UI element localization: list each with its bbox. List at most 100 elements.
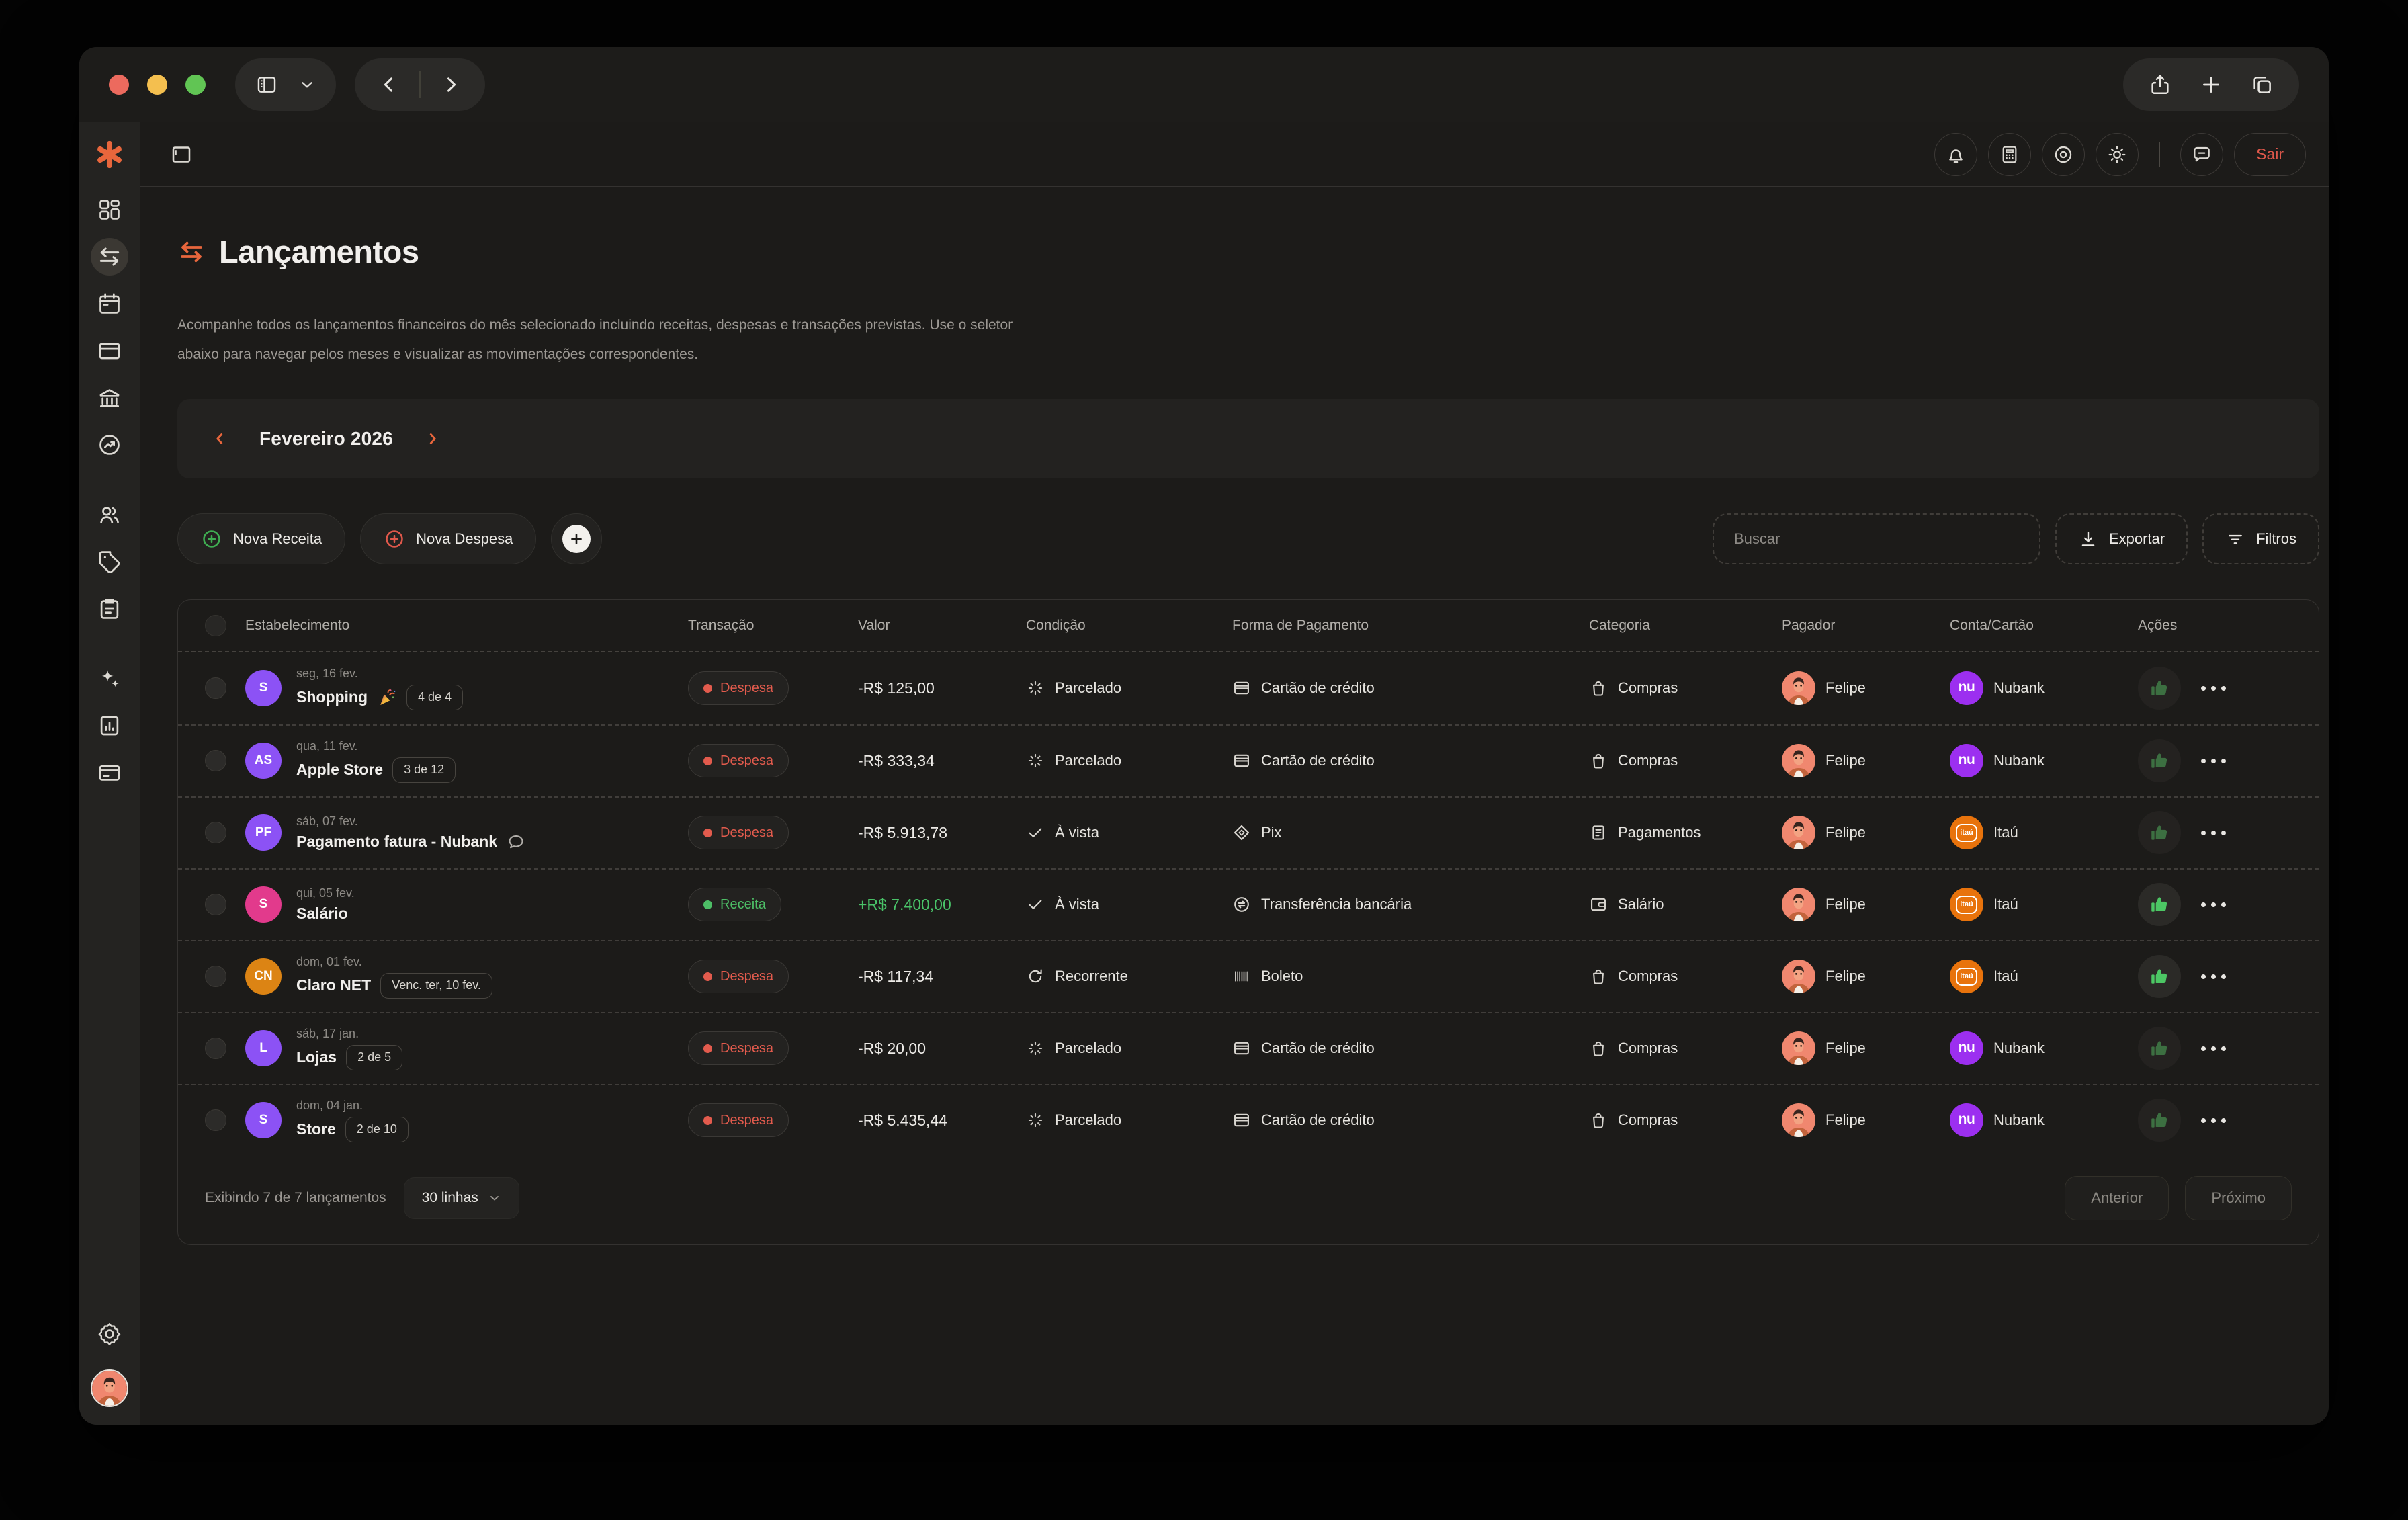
table-row[interactable]: AS qua, 11 fev. Apple Store 3 de 12 Desp… xyxy=(178,724,2319,796)
month-label: Fevereiro 2026 xyxy=(259,427,393,449)
approve-button[interactable] xyxy=(2138,811,2181,855)
category-icon xyxy=(1589,895,1608,914)
close-window-button[interactable] xyxy=(109,75,129,95)
browser-sidebar-toggle[interactable] xyxy=(235,58,336,111)
row-checkbox[interactable] xyxy=(205,1109,226,1132)
panel-toggle-icon[interactable] xyxy=(169,142,194,167)
row-checkbox[interactable] xyxy=(205,822,226,844)
payer-name: Felipe xyxy=(1825,896,1866,913)
table-row[interactable]: CN dom, 01 fev. Claro NET Venc. ter, 10 … xyxy=(178,939,2319,1012)
table-row[interactable]: S dom, 04 jan. Store 2 de 10 Despesa -R$… xyxy=(178,1083,2319,1156)
sidebar-item-accounts[interactable] xyxy=(91,754,128,792)
approve-button[interactable] xyxy=(2138,739,2181,783)
table-row[interactable]: L sáb, 17 jan. Lojas 2 de 5 Despesa -R$ … xyxy=(178,1011,2319,1084)
col-acoes: Ações xyxy=(2138,617,2178,633)
filters-button[interactable]: Filtros xyxy=(2202,513,2319,564)
row-menu-button[interactable] xyxy=(2201,830,2226,835)
sidebar-item-planning[interactable] xyxy=(91,590,128,628)
thumbs-up-icon xyxy=(2151,753,2167,769)
feedback-button[interactable] xyxy=(2180,132,2224,176)
category-label: Salário xyxy=(1618,896,1664,913)
table-row[interactable]: S seg, 16 fev. Shopping 4 de 4 Despesa -… xyxy=(178,652,2319,724)
approve-button[interactable] xyxy=(2138,955,2181,999)
previous-month-button[interactable] xyxy=(211,430,228,448)
row-checkbox[interactable] xyxy=(205,894,226,916)
approve-button[interactable] xyxy=(2138,883,2181,927)
zoom-window-button[interactable] xyxy=(185,75,206,95)
user-avatar[interactable] xyxy=(91,1369,128,1407)
new-tab-icon[interactable] xyxy=(2200,73,2223,96)
category-label: Compras xyxy=(1618,968,1678,985)
transactions-table: Estabelecimento Transação Valor Condição… xyxy=(177,599,2319,1245)
sidebar-item-calendar[interactable] xyxy=(91,285,128,323)
sidebar-item-settings[interactable] xyxy=(91,1314,128,1352)
category-icon xyxy=(1589,823,1608,842)
app-window: Sair Lançamentos Acompanhe todos os lanç… xyxy=(79,47,2329,1425)
table-row[interactable]: PF sáb, 07 fev. Pagamento fatura - Nuban… xyxy=(178,796,2319,868)
payer-avatar xyxy=(1782,816,1815,850)
approve-button[interactable] xyxy=(2138,1099,2181,1142)
sidebar-item-ai[interactable] xyxy=(91,660,128,698)
theme-toggle-button[interactable] xyxy=(2096,132,2139,176)
row-checkbox[interactable] xyxy=(205,677,226,700)
category-icon xyxy=(1589,1039,1608,1058)
minimize-window-button[interactable] xyxy=(147,75,167,95)
table-row[interactable]: S qui, 05 fev. Salário Receita +R$ 7.400… xyxy=(178,868,2319,940)
previous-page-button[interactable]: Anterior xyxy=(2065,1175,2169,1220)
transaction-type-badge: Despesa xyxy=(688,816,789,850)
row-checkbox[interactable] xyxy=(205,1038,226,1060)
credit-card-icon xyxy=(99,343,120,360)
new-income-button[interactable]: Nova Receita xyxy=(177,513,346,564)
window-titlebar xyxy=(79,47,2329,122)
next-page-button[interactable]: Próximo xyxy=(2185,1175,2292,1220)
condition-icon xyxy=(1026,895,1045,914)
sidebar-item-members[interactable] xyxy=(91,496,128,534)
row-menu-button[interactable] xyxy=(2201,1046,2226,1051)
sidebar-item-cards[interactable] xyxy=(91,332,128,370)
sidebar-item-transactions[interactable] xyxy=(91,238,128,276)
sidebar-item-dashboard[interactable] xyxy=(91,191,128,228)
logout-button[interactable]: Sair xyxy=(2234,132,2306,176)
sidebar-item-tags[interactable] xyxy=(91,543,128,581)
tab-overview-icon[interactable] xyxy=(2251,73,2274,96)
back-icon[interactable] xyxy=(378,73,400,96)
notifications-button[interactable] xyxy=(1934,132,1978,176)
row-menu-button[interactable] xyxy=(2201,1117,2226,1123)
search-input[interactable] xyxy=(1712,513,2040,564)
row-menu-button[interactable] xyxy=(2201,902,2226,907)
rows-per-page-select[interactable]: 30 linhas xyxy=(403,1177,519,1219)
calculator-button[interactable] xyxy=(1988,132,2032,176)
comment-icon[interactable] xyxy=(507,833,525,851)
category-label: Compras xyxy=(1618,1040,1678,1057)
table-header: Estabelecimento Transação Valor Condição… xyxy=(178,600,2319,652)
approve-button[interactable] xyxy=(2138,667,2181,710)
select-all-checkbox[interactable] xyxy=(205,614,226,636)
privacy-toggle-button[interactable] xyxy=(2042,132,2086,176)
row-menu-button[interactable] xyxy=(2201,685,2226,691)
export-button[interactable]: Exportar xyxy=(2055,513,2188,564)
row-checkbox[interactable] xyxy=(205,750,226,772)
transaction-date: qua, 11 fev. xyxy=(296,738,358,753)
row-checkbox[interactable] xyxy=(205,966,226,988)
payment-method-label: Cartão de crédito xyxy=(1261,1111,1375,1129)
forward-icon[interactable] xyxy=(439,73,462,96)
new-expense-button[interactable]: Nova Despesa xyxy=(360,513,537,564)
payer-name: Felipe xyxy=(1825,824,1866,841)
approve-button[interactable] xyxy=(2138,1027,2181,1070)
transactions-icon xyxy=(181,241,202,263)
header-divider xyxy=(2159,141,2161,167)
row-menu-button[interactable] xyxy=(2201,974,2226,979)
next-month-button[interactable] xyxy=(424,430,441,448)
sidebar-item-investments[interactable] xyxy=(91,426,128,464)
transactions-icon xyxy=(99,247,120,266)
quick-add-button[interactable] xyxy=(551,513,603,564)
account-name: Nubank xyxy=(1993,752,2045,769)
account-logo: nu xyxy=(1950,744,1983,778)
condition-icon xyxy=(1026,1039,1045,1058)
clipboard-icon xyxy=(100,599,119,619)
row-menu-button[interactable] xyxy=(2201,758,2226,763)
sidebar-item-reports[interactable] xyxy=(91,707,128,745)
sidebar-item-banks[interactable] xyxy=(91,379,128,417)
avatar-illustration xyxy=(92,1371,127,1406)
share-icon[interactable] xyxy=(2149,73,2172,96)
